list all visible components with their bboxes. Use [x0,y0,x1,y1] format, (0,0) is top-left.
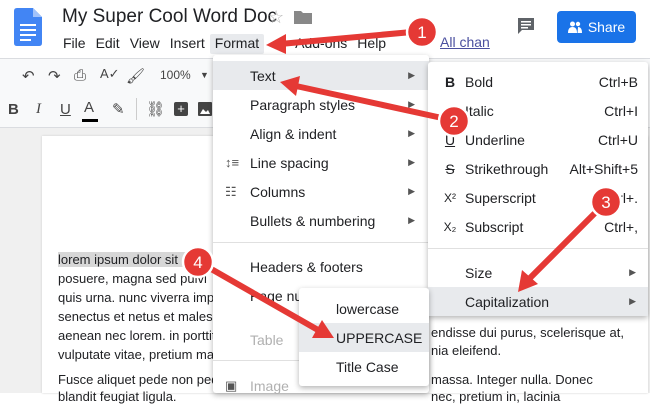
text-menu-italic[interactable]: I Italic Ctrl+I [428,96,648,125]
format-menu-columns[interactable]: ☷ Columns ▶ [213,177,429,206]
doc-line: aenean nec lorem. in porttito [58,328,223,343]
highlight-icon[interactable]: ✎ [112,100,125,118]
doc-line: vulputate vitae, pretium matt [58,347,222,362]
columns-icon: ☷ [225,183,237,199]
underline-icon[interactable]: U [60,101,71,118]
text-menu-capitalization[interactable]: Capitalization ▶ [428,287,648,316]
capitalization-submenu: lowercase UPPERCASE Title Case [299,288,429,386]
text-menu-bold[interactable]: B Bold Ctrl+B [428,67,648,96]
submenu-arrow-icon: ▶ [408,99,415,109]
comment-icon[interactable] [516,16,536,36]
submenu-arrow-icon: ▶ [408,70,415,80]
caps-menu-title-case[interactable]: Title Case [299,352,429,381]
share-button[interactable]: Share [557,11,636,43]
text-color-bar [82,119,98,122]
format-menu-headers-footers[interactable]: Headers & footers [213,252,429,281]
bold-icon[interactable]: B [8,101,19,118]
link-icon[interactable]: ⛓ [146,100,165,118]
submenu-arrow-icon: ▶ [408,128,415,138]
doc-line: posuere, magna sed pulvi [58,271,207,286]
text-menu-underline[interactable]: U Underline Ctrl+U [428,125,648,154]
zoom-dropdown-icon: ▼ [200,70,209,80]
format-menu-text[interactable]: Text ▶ [213,61,429,90]
format-menu-align-indent[interactable]: Align & indent ▶ [213,119,429,148]
doc-line: nia eleifend. [431,343,502,358]
bold-icon: B [444,73,456,90]
menu-bar: File Edit View Insert Format Add-ons Hel… [58,34,391,54]
doc-line: blandit feugiat ligula. [58,389,177,404]
zoom-select[interactable]: 100% [160,68,191,82]
menu-divider [213,242,429,243]
menu-insert[interactable]: Insert [165,34,210,54]
doc-line: senectus et netus et malesua [58,309,228,324]
star-icon[interactable]: ☆ [268,7,284,28]
submenu-arrow-icon: ▶ [629,267,636,277]
toolbar-divider [136,98,137,120]
menu-addons[interactable]: Add-ons [290,34,352,54]
text-menu-strikethrough[interactable]: S Strikethrough Alt+Shift+5 [428,154,648,183]
print-icon[interactable]: ⎙ [74,67,86,84]
insert-image-icon[interactable] [198,102,212,116]
italic-icon: I [448,102,452,119]
document-title[interactable]: My Super Cool Word Doc [62,6,277,28]
last-edit-link[interactable]: All chan [440,34,490,50]
caps-menu-lowercase[interactable]: lowercase [299,294,429,323]
submenu-arrow-icon: ▶ [408,215,415,225]
menu-edit[interactable]: Edit [91,34,125,54]
spellcheck-icon[interactable]: A✓ [100,66,120,82]
doc-line: endisse dui purus, scelerisque at, [431,325,624,340]
paint-format-icon[interactable]: 🖌 [126,67,145,85]
text-submenu: B Bold Ctrl+B I Italic Ctrl+I U Underlin… [428,62,648,316]
underline-icon: U [444,131,456,148]
menu-divider [428,248,648,249]
menu-view[interactable]: View [125,34,165,54]
format-menu-paragraph-styles[interactable]: Paragraph styles ▶ [213,90,429,119]
format-menu-line-spacing[interactable]: ↕≡ Line spacing ▶ [213,148,429,177]
text-menu-size[interactable]: Size ▶ [428,258,648,287]
line-spacing-icon: ↕≡ [225,155,240,170]
add-comment-icon[interactable]: + [174,102,188,116]
menu-file[interactable]: File [58,34,91,54]
folder-icon[interactable] [294,10,312,24]
selected-text[interactable]: lorem ipsum dolor sit am [58,252,200,267]
text-menu-superscript[interactable]: X² Superscript Ctrl+. [428,183,648,212]
share-label: Share [587,19,626,35]
doc-line: quis urna. nunc viverra impe [58,290,222,305]
submenu-arrow-icon: ▶ [408,157,415,167]
doc-line: nec, pretium in, lacinia [431,389,561,404]
docs-logo-icon[interactable] [14,8,42,46]
people-icon [567,21,582,33]
italic-icon[interactable]: I [36,101,41,118]
superscript-icon: X² [444,190,456,205]
text-menu-subscript[interactable]: X₂ Subscript Ctrl+, [428,212,648,241]
menu-format[interactable]: Format [209,34,265,54]
menu-help[interactable]: Help [352,34,391,54]
strikethrough-icon: S [445,160,455,177]
subscript-icon: X₂ [443,219,457,234]
image-icon: ▣ [225,377,238,393]
undo-icon[interactable]: ↶ [22,67,35,85]
caps-menu-uppercase[interactable]: UPPERCASE [299,323,429,352]
text-color-icon[interactable]: A [84,99,94,116]
format-menu-bullets-numbering[interactable]: Bullets & numbering ▶ [213,206,429,235]
redo-icon[interactable]: ↷ [48,67,61,85]
submenu-arrow-icon: ▶ [629,296,636,306]
submenu-arrow-icon: ▶ [408,186,415,196]
